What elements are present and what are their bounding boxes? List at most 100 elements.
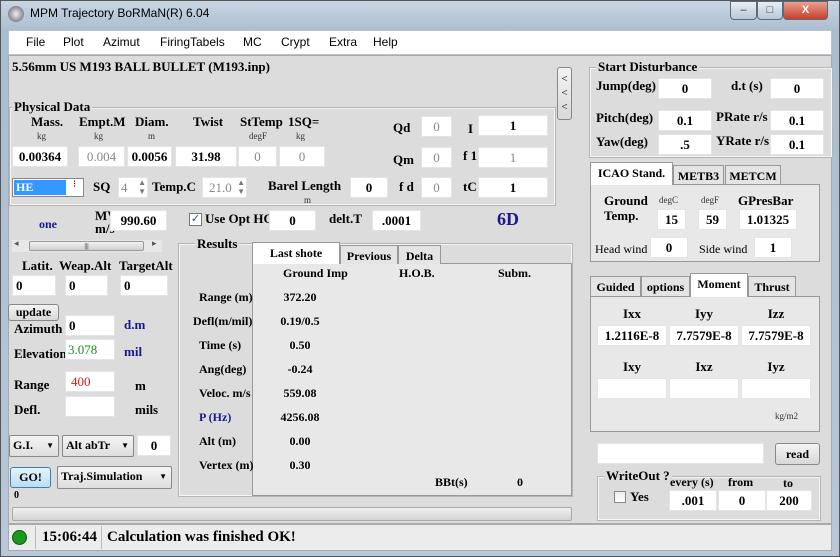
moment-input-ixx[interactable]: 1.2116E-8 bbox=[597, 325, 667, 346]
tab-icao[interactable]: ICAO Stand. bbox=[590, 162, 673, 185]
moment-label-izz: Izz bbox=[767, 306, 785, 321]
sttemp-input[interactable]: 0 bbox=[238, 146, 277, 167]
azimuth-input[interactable]: 0 bbox=[65, 315, 115, 336]
tab-delta[interactable]: Delta bbox=[398, 245, 441, 264]
pitch-input[interactable]: 0.1 bbox=[658, 110, 712, 131]
jump-label: Jump(deg) bbox=[596, 78, 656, 93]
menu-mc[interactable]: MC bbox=[243, 35, 262, 49]
deltt-input[interactable]: .0001 bbox=[372, 210, 421, 231]
azimuth-unit: d.m bbox=[124, 317, 146, 332]
go-button[interactable]: GO! bbox=[10, 467, 51, 488]
f1-label: f 1 bbox=[463, 148, 478, 163]
from-input[interactable]: 0 bbox=[718, 490, 766, 511]
f1-input[interactable]: 1 bbox=[478, 147, 548, 168]
status-divider bbox=[101, 526, 102, 549]
emptm-input[interactable]: 0.004 bbox=[78, 146, 125, 167]
diam-unit: m bbox=[148, 131, 156, 141]
scroll-right-icon[interactable]: ▸ bbox=[152, 238, 157, 249]
moment-input-ixy[interactable] bbox=[597, 378, 667, 399]
qd-input[interactable]: 0 bbox=[421, 116, 452, 137]
yaw-input[interactable]: .5 bbox=[658, 134, 712, 155]
read-button[interactable]: read bbox=[775, 443, 820, 465]
headwind-input[interactable]: 0 bbox=[650, 237, 688, 258]
minimize-button[interactable]: – bbox=[730, 1, 757, 20]
gpres-input[interactable]: 1.01325 bbox=[739, 209, 797, 230]
fd-input[interactable]: 0 bbox=[421, 177, 452, 198]
barrel-input[interactable]: 0 bbox=[350, 177, 388, 198]
prate-input[interactable]: 0.1 bbox=[770, 110, 824, 131]
i-input[interactable]: 1 bbox=[478, 115, 548, 136]
weapalt-input[interactable]: 0 bbox=[65, 275, 108, 296]
mass-input[interactable]: 0.00364 bbox=[12, 146, 68, 167]
dt-input[interactable]: 0 bbox=[770, 78, 824, 99]
every-input[interactable]: .001 bbox=[669, 490, 717, 511]
hob-input[interactable]: 0 bbox=[269, 210, 316, 231]
elevation-input[interactable]: 3.078 bbox=[65, 339, 115, 360]
yrate-input[interactable]: 0.1 bbox=[770, 134, 824, 155]
spinner-arrows-icon[interactable]: ▲ ▼ bbox=[237, 178, 245, 196]
tab-last-shote[interactable]: Last shote bbox=[252, 242, 340, 264]
simulation-dropdown[interactable]: Traj.Simulation bbox=[57, 466, 172, 489]
maximize-button[interactable]: □ bbox=[757, 1, 783, 20]
menu-firingtabels[interactable]: FiringTabels bbox=[160, 35, 225, 49]
sq-spinner[interactable]: 4 ▲ ▼ bbox=[118, 177, 148, 198]
tab-metb3[interactable]: METB3 bbox=[673, 165, 724, 184]
moment-input-iyy[interactable]: 7.7579E-8 bbox=[669, 325, 739, 346]
jump-input[interactable]: 0 bbox=[658, 78, 712, 99]
latit-input[interactable]: 0 bbox=[12, 275, 56, 296]
temp-spinner[interactable]: 21.0 ▲ ▼ bbox=[202, 177, 247, 198]
mv-input[interactable]: 990.60 bbox=[110, 210, 167, 231]
spinner-arrows-icon[interactable]: ▲ ▼ bbox=[138, 178, 146, 196]
update-button[interactable]: update bbox=[8, 304, 59, 321]
targetalt-input[interactable]: 0 bbox=[120, 275, 168, 296]
type-select-value: HE bbox=[14, 180, 66, 195]
file-input[interactable] bbox=[597, 443, 764, 464]
every-label: every (s) bbox=[670, 475, 714, 489]
tc-input[interactable]: 1 bbox=[478, 177, 548, 198]
tab-moment[interactable]: Moment bbox=[690, 273, 748, 297]
close-button[interactable]: X bbox=[783, 1, 828, 20]
menu-extra[interactable]: Extra bbox=[329, 35, 357, 49]
alt-dropdown[interactable]: Alt abTr bbox=[62, 435, 134, 457]
scroll-thumb[interactable]: ||| bbox=[29, 241, 144, 251]
twist-input[interactable]: 31.98 bbox=[175, 146, 237, 167]
use-opt-hob-checkbox[interactable]: ✓ bbox=[189, 213, 202, 226]
result-value: 4256.08 bbox=[280, 410, 320, 424]
qm-input[interactable]: 0 bbox=[421, 147, 452, 168]
tab-guided[interactable]: Guided bbox=[590, 276, 641, 296]
mode-label[interactable]: one bbox=[39, 217, 57, 232]
range-input[interactable]: 400 bbox=[65, 371, 115, 392]
to-input[interactable]: 200 bbox=[766, 490, 812, 511]
collapse-button[interactable]: < < < bbox=[557, 67, 572, 120]
defl-input[interactable] bbox=[65, 396, 115, 417]
tab-options[interactable]: options bbox=[641, 276, 690, 296]
horizontal-scrollbar[interactable]: ◂ ||| ▸ bbox=[12, 238, 162, 252]
mass-unit: kg bbox=[37, 131, 46, 141]
degc-input[interactable]: 15 bbox=[657, 209, 686, 230]
moment-input-izz[interactable]: 7.7579E-8 bbox=[741, 325, 811, 346]
sidewind-input[interactable]: 1 bbox=[754, 237, 792, 258]
tab-thrust[interactable]: Thrust bbox=[748, 276, 796, 296]
moment-input-ixz[interactable] bbox=[669, 378, 739, 399]
tab-previous[interactable]: Previous bbox=[340, 245, 398, 264]
targetalt-label: TargetAlt bbox=[119, 258, 173, 273]
pitch-label: Pitch(deg) bbox=[596, 110, 654, 125]
degf-input[interactable]: 59 bbox=[698, 209, 727, 230]
menu-crypt[interactable]: Crypt bbox=[281, 35, 310, 49]
menu-help[interactable]: Help bbox=[373, 35, 398, 49]
diam-input[interactable]: 0.0056 bbox=[127, 146, 172, 167]
menu-file[interactable]: File bbox=[26, 35, 45, 49]
gi-dropdown[interactable]: G.I. bbox=[9, 435, 59, 457]
menu-azimut[interactable]: Azimut bbox=[103, 35, 140, 49]
1sq-input[interactable]: 0 bbox=[279, 146, 325, 167]
type-select[interactable]: HE ⁝ bbox=[12, 178, 84, 197]
menu-plot[interactable]: Plot bbox=[63, 35, 84, 49]
alt-input[interactable]: 0 bbox=[137, 435, 171, 456]
moment-input-iyz[interactable] bbox=[741, 378, 811, 399]
bbt-label: BBt(s) bbox=[435, 475, 468, 489]
spinner-icon[interactable]: ⁝ bbox=[73, 179, 76, 190]
result-value: 0.50 bbox=[289, 338, 311, 352]
writeout-checkbox[interactable] bbox=[614, 491, 626, 503]
scroll-left-icon[interactable]: ◂ bbox=[14, 238, 19, 249]
tab-metcm[interactable]: METCM bbox=[725, 165, 781, 184]
